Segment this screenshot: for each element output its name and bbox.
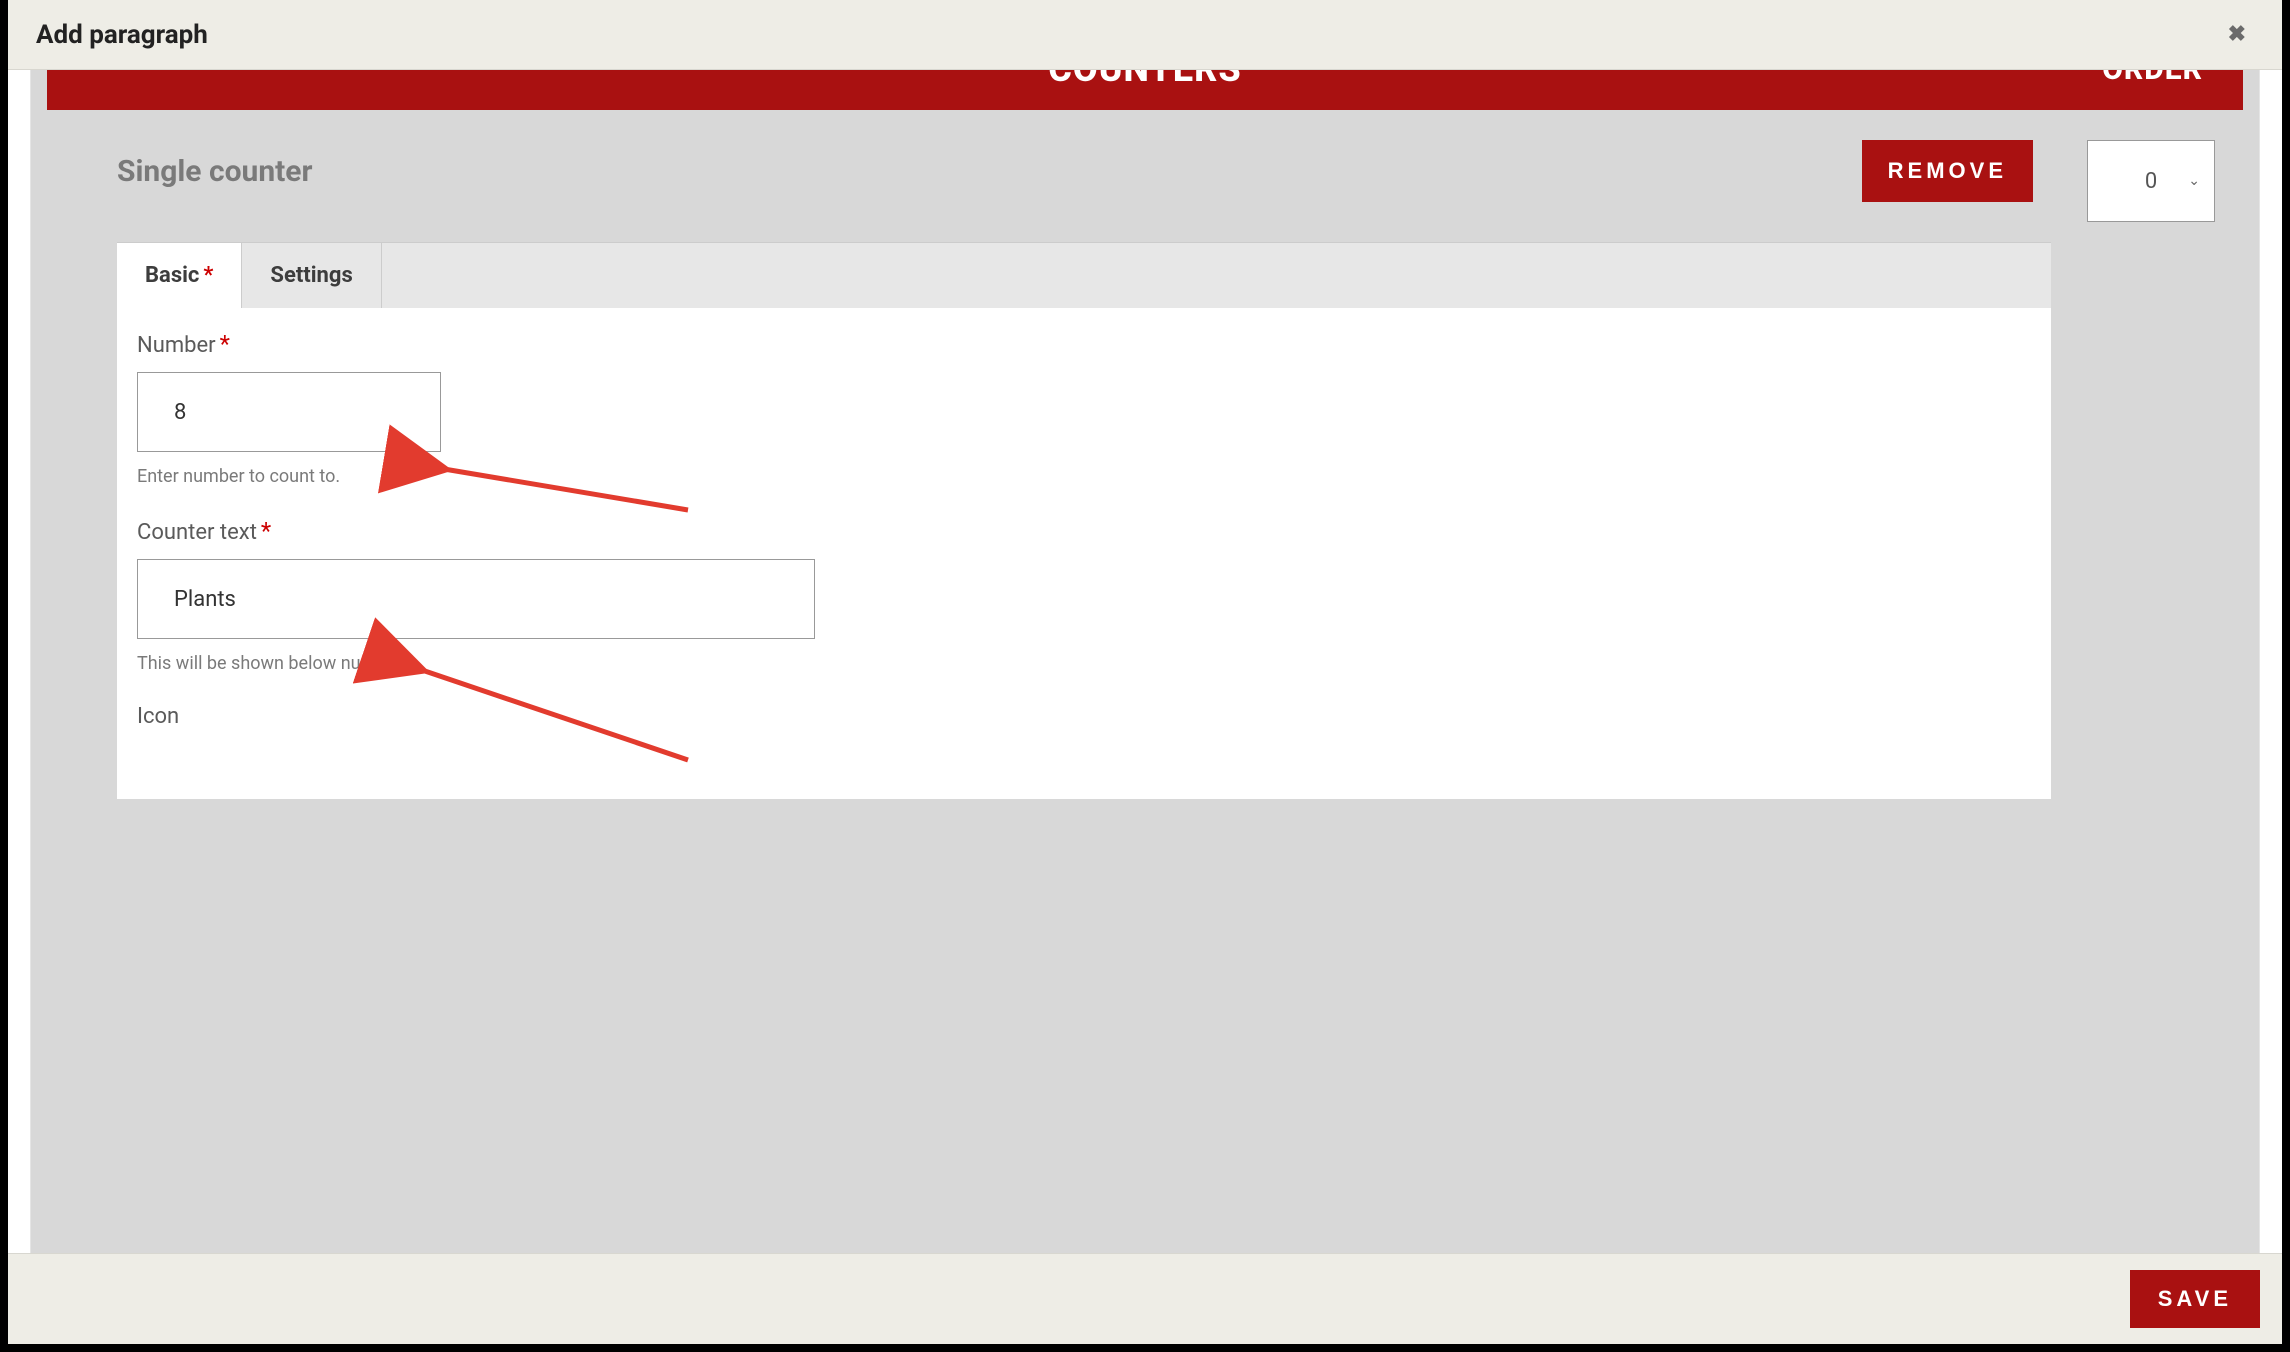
- tab-settings-label: Settings: [270, 263, 352, 288]
- tabs: Basic* Settings: [117, 242, 2051, 308]
- icon-label: Icon: [137, 704, 2031, 729]
- number-label: Number*: [137, 330, 2031, 358]
- counter-heading: Single counter: [117, 154, 312, 189]
- counter-text-help: This will be shown below number.: [137, 653, 2031, 674]
- section-body: Single counter REMOVE Basic* Settings: [47, 110, 2243, 910]
- banner-order-label: ORDER: [2102, 70, 2203, 87]
- close-icon[interactable]: ✖: [2220, 18, 2254, 51]
- modal-dialog: Add paragraph ✖ COUNTERS ORDER Single co…: [8, 0, 2282, 1344]
- counter-text-input[interactable]: [137, 559, 815, 639]
- field-counter-text: Counter text* This will be shown below n…: [137, 517, 2031, 674]
- modal-footer: SAVE: [8, 1253, 2282, 1344]
- counter-header: Single counter REMOVE: [117, 140, 2051, 202]
- tab-basic[interactable]: Basic*: [117, 243, 242, 308]
- save-button[interactable]: SAVE: [2130, 1270, 2260, 1328]
- order-value: 0: [2145, 169, 2157, 194]
- modal-title: Add paragraph: [36, 20, 208, 50]
- order-select[interactable]: 0 ⌄: [2087, 140, 2215, 222]
- section-banner: COUNTERS ORDER: [47, 70, 2243, 110]
- required-mark: *: [261, 517, 271, 545]
- counter-text-label-text: Counter text: [137, 520, 257, 545]
- number-help: Enter number to count to.: [137, 466, 2031, 487]
- chevron-down-icon: ⌄: [2188, 173, 2200, 189]
- field-number: Number* Enter number to count to.: [137, 330, 2031, 487]
- modal-header: Add paragraph ✖: [8, 0, 2282, 70]
- required-mark: *: [220, 330, 230, 358]
- tab-panel-basic: Number* Enter number to count to. Counte…: [117, 308, 2051, 799]
- tab-settings[interactable]: Settings: [242, 243, 381, 308]
- modal-content: COUNTERS ORDER Single counter REMOVE B: [8, 70, 2282, 1253]
- required-mark: *: [203, 263, 213, 288]
- remove-button[interactable]: REMOVE: [1862, 140, 2033, 202]
- counter-panel: Basic* Settings Number*: [117, 242, 2051, 799]
- number-label-text: Number: [137, 333, 216, 358]
- content-scroll[interactable]: COUNTERS ORDER Single counter REMOVE B: [30, 70, 2260, 1253]
- tab-basic-label: Basic: [145, 263, 199, 288]
- counter-text-label: Counter text*: [137, 517, 2031, 545]
- number-input[interactable]: [137, 372, 441, 452]
- banner-title: COUNTERS: [1048, 70, 1241, 90]
- field-icon: Icon: [137, 704, 2031, 729]
